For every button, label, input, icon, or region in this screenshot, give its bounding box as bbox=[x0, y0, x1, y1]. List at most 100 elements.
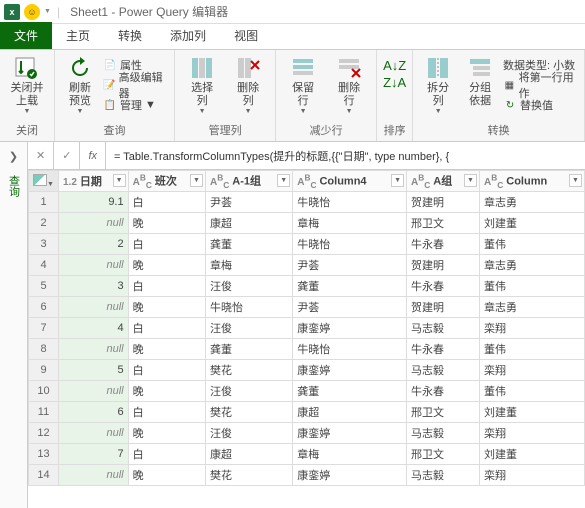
cell[interactable]: 马志毅 bbox=[407, 360, 480, 381]
formula-input[interactable]: = Table.TransformColumnTypes(提升的标题,{{"日期… bbox=[106, 148, 585, 164]
cell[interactable]: 栾翔 bbox=[480, 318, 585, 339]
cell[interactable]: 马志毅 bbox=[407, 423, 480, 444]
choose-columns-button[interactable]: 选择 列▼ bbox=[181, 54, 223, 115]
cell[interactable]: 4 bbox=[59, 318, 129, 339]
cell[interactable]: 牛晓怡 bbox=[293, 339, 407, 360]
cell[interactable]: 汪俊 bbox=[206, 276, 293, 297]
table-row[interactable]: 32白龚董牛晓怡牛永春董伟 bbox=[29, 234, 585, 255]
table-row[interactable]: 137白康超章梅邢卫文刘建董 bbox=[29, 444, 585, 465]
filter-dropdown-icon[interactable]: ▼ bbox=[113, 174, 126, 187]
cell[interactable]: 康銮婷 bbox=[293, 423, 407, 444]
table-row[interactable]: 8null晚龚董牛晓怡牛永春董伟 bbox=[29, 339, 585, 360]
smiley-icon[interactable]: ☺ bbox=[24, 4, 40, 20]
tab-home[interactable]: 主页 bbox=[52, 22, 104, 49]
row-number[interactable]: 11 bbox=[29, 402, 59, 423]
column-header-日期[interactable]: 1.2日期▼ bbox=[59, 171, 129, 192]
row-number[interactable]: 2 bbox=[29, 213, 59, 234]
cell[interactable]: null bbox=[59, 297, 129, 318]
tab-transform[interactable]: 转换 bbox=[104, 22, 156, 49]
cell[interactable]: 董伟 bbox=[480, 381, 585, 402]
cell[interactable]: 晚 bbox=[128, 213, 205, 234]
column-header-Column4[interactable]: ABCColumn4▼ bbox=[293, 171, 407, 192]
remove-columns-button[interactable]: 删除 列▼ bbox=[227, 54, 269, 115]
cell[interactable]: 栾翔 bbox=[480, 360, 585, 381]
row-number[interactable]: 3 bbox=[29, 234, 59, 255]
cell[interactable]: 龚董 bbox=[206, 339, 293, 360]
split-column-button[interactable]: 拆分 列▼ bbox=[419, 54, 457, 115]
manage-button[interactable]: 📋管理 ▼ bbox=[103, 96, 168, 114]
cell[interactable]: 7 bbox=[59, 444, 129, 465]
qat-dropdown-icon[interactable]: ▼ bbox=[44, 8, 51, 15]
filter-dropdown-icon[interactable]: ▼ bbox=[569, 174, 582, 187]
cell[interactable]: 晚 bbox=[128, 339, 205, 360]
cell[interactable]: 章志勇 bbox=[480, 255, 585, 276]
cell[interactable]: 贺建明 bbox=[407, 297, 480, 318]
cell[interactable]: 康銮婷 bbox=[293, 465, 407, 486]
cell[interactable]: 3 bbox=[59, 276, 129, 297]
cell[interactable]: 樊花 bbox=[206, 402, 293, 423]
cell[interactable]: 汪俊 bbox=[206, 381, 293, 402]
table-row[interactable]: 116白樊花康超邢卫文刘建董 bbox=[29, 402, 585, 423]
cell[interactable]: 晚 bbox=[128, 255, 205, 276]
formula-check-icon[interactable]: ✓ bbox=[54, 142, 80, 169]
cell[interactable]: 白 bbox=[128, 360, 205, 381]
cell[interactable]: 邢卫文 bbox=[407, 444, 480, 465]
cell[interactable]: 白 bbox=[128, 276, 205, 297]
row-number[interactable]: 1 bbox=[29, 192, 59, 213]
cell[interactable]: 章志勇 bbox=[480, 192, 585, 213]
tab-addcolumn[interactable]: 添加列 bbox=[156, 22, 220, 49]
firstrow-headers-button[interactable]: ▦将第一行用作 bbox=[503, 76, 578, 94]
cell[interactable]: 贺建明 bbox=[407, 192, 480, 213]
cell[interactable]: 樊花 bbox=[206, 465, 293, 486]
table-row[interactable]: 6null晚牛晓怡尹荟贺建明章志勇 bbox=[29, 297, 585, 318]
cell[interactable]: 白 bbox=[128, 234, 205, 255]
groupby-button[interactable]: 分组 依据 bbox=[461, 54, 499, 108]
cell[interactable]: 牛永春 bbox=[407, 234, 480, 255]
row-number[interactable]: 13 bbox=[29, 444, 59, 465]
cell[interactable]: 栾翔 bbox=[480, 465, 585, 486]
cell[interactable]: 刘建董 bbox=[480, 213, 585, 234]
cell[interactable]: 晚 bbox=[128, 381, 205, 402]
column-header-A组[interactable]: ABCA组▼ bbox=[407, 171, 480, 192]
table-row[interactable]: 2null晚康超章梅邢卫文刘建董 bbox=[29, 213, 585, 234]
cell[interactable]: 章梅 bbox=[293, 213, 407, 234]
cell[interactable]: 白 bbox=[128, 318, 205, 339]
cell[interactable]: 康銮婷 bbox=[293, 318, 407, 339]
table-row[interactable]: 14null晚樊花康銮婷马志毅栾翔 bbox=[29, 465, 585, 486]
cell[interactable]: 董伟 bbox=[480, 339, 585, 360]
advanced-editor-button[interactable]: 📝高级编辑器 bbox=[103, 76, 168, 94]
table-row[interactable]: 4null晚章梅尹荟贺建明章志勇 bbox=[29, 255, 585, 276]
close-load-button[interactable]: 关闭并 上载▼ bbox=[6, 54, 48, 115]
row-number[interactable]: 10 bbox=[29, 381, 59, 402]
cell[interactable]: 刘建董 bbox=[480, 444, 585, 465]
cell[interactable]: 牛晓怡 bbox=[293, 234, 407, 255]
cell[interactable]: 尹荟 bbox=[206, 192, 293, 213]
cell[interactable]: 牛晓怡 bbox=[206, 297, 293, 318]
cell[interactable]: 邢卫文 bbox=[407, 213, 480, 234]
cell[interactable]: null bbox=[59, 339, 129, 360]
refresh-preview-button[interactable]: 刷新 预览▼ bbox=[61, 54, 99, 115]
cell[interactable]: 尹荟 bbox=[293, 255, 407, 276]
filter-dropdown-icon[interactable]: ▼ bbox=[190, 174, 203, 187]
cell[interactable]: 康超 bbox=[206, 213, 293, 234]
cell[interactable]: 康銮婷 bbox=[293, 360, 407, 381]
cell[interactable]: 尹荟 bbox=[293, 297, 407, 318]
cell[interactable]: 牛永春 bbox=[407, 276, 480, 297]
column-header-班次[interactable]: ABC班次▼ bbox=[128, 171, 205, 192]
tab-file[interactable]: 文件 bbox=[0, 22, 52, 49]
sort-desc-button[interactable]: Z↓A bbox=[383, 75, 406, 90]
filter-dropdown-icon[interactable]: ▼ bbox=[391, 174, 404, 187]
cell[interactable]: 樊花 bbox=[206, 360, 293, 381]
cell[interactable]: 5 bbox=[59, 360, 129, 381]
filter-dropdown-icon[interactable]: ▼ bbox=[277, 174, 290, 187]
cell[interactable]: 牛永春 bbox=[407, 339, 480, 360]
data-grid[interactable]: ▼1.2日期▼ABC班次▼ABCA-1组▼ABCColumn4▼ABCA组▼AB… bbox=[28, 170, 585, 508]
table-row[interactable]: 19.1白尹荟牛晓怡贺建明章志勇 bbox=[29, 192, 585, 213]
cell[interactable]: 白 bbox=[128, 444, 205, 465]
row-number[interactable]: 12 bbox=[29, 423, 59, 444]
fx-icon[interactable]: fx bbox=[80, 142, 106, 169]
cell[interactable]: 龚董 bbox=[206, 234, 293, 255]
table-row[interactable]: 10null晚汪俊龚董牛永春董伟 bbox=[29, 381, 585, 402]
cell[interactable]: 马志毅 bbox=[407, 465, 480, 486]
table-corner[interactable]: ▼ bbox=[29, 171, 59, 192]
